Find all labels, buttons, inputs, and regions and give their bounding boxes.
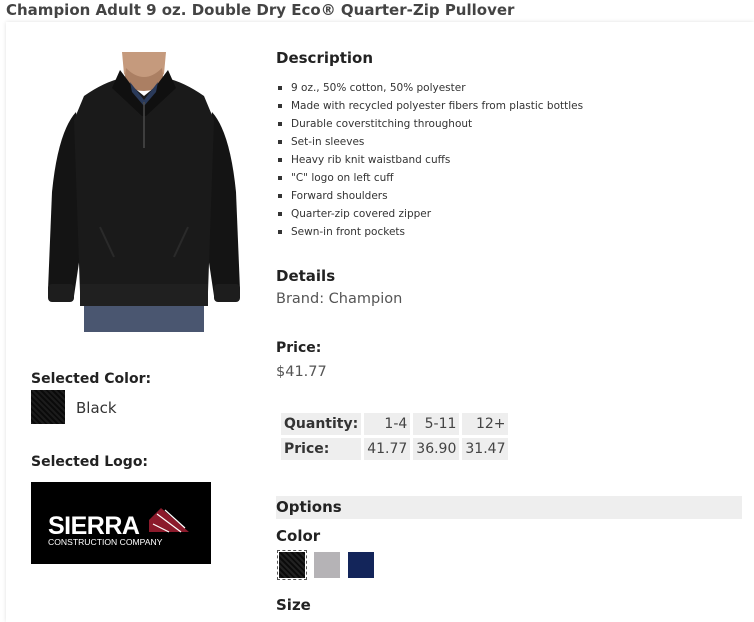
description-heading: Description xyxy=(276,49,374,67)
selected-logo-image: SIERRA CONSTRUCTION COMPANY xyxy=(31,482,211,564)
list-item: Set-in sleeves xyxy=(276,134,583,152)
list-item: Heavy rib knit waistband cuffs xyxy=(276,152,583,170)
brand-text: Brand: Champion xyxy=(276,291,403,307)
details-heading: Details xyxy=(276,267,336,285)
sierra-logo: SIERRA CONSTRUCTION COMPANY xyxy=(48,508,189,547)
list-item: Made with recycled polyester fibers from… xyxy=(276,98,583,116)
table-row: Price: 41.77 36.90 31.47 xyxy=(281,438,509,460)
list-item: "C" logo on left cuff xyxy=(276,170,583,188)
table-row: Quantity: 1-4 5-11 12+ xyxy=(281,413,509,435)
price-row-label: Price: xyxy=(281,438,362,460)
selected-color-swatch xyxy=(31,390,65,424)
color-swatch-navy[interactable] xyxy=(348,552,374,578)
color-option-heading: Color xyxy=(276,527,321,545)
price-value: $41.77 xyxy=(276,364,327,380)
tier-cell: 5-11 xyxy=(413,413,460,435)
price-heading: Price: xyxy=(276,340,322,356)
description-list: 9 oz., 50% cotton, 50% polyester Made wi… xyxy=(276,80,583,242)
size-option-heading: Size xyxy=(276,596,311,614)
price-cell: 31.47 xyxy=(462,438,509,460)
list-item: Forward shoulders xyxy=(276,188,583,206)
list-item: Sewn-in front pockets xyxy=(276,224,583,242)
list-item: 9 oz., 50% cotton, 50% polyester xyxy=(276,80,583,98)
product-image xyxy=(48,52,240,332)
color-swatch-grey[interactable] xyxy=(314,552,340,578)
logo-sub-text: CONSTRUCTION COMPANY xyxy=(48,537,163,547)
selected-color-label: Selected Color: xyxy=(31,371,152,387)
pricing-table: Quantity: 1-4 5-11 12+ Price: 41.77 36.9… xyxy=(278,410,511,463)
logo-mountain-mark xyxy=(149,508,189,533)
price-cell: 41.77 xyxy=(364,438,411,460)
tier-cell: 12+ xyxy=(462,413,509,435)
selected-color-value: Black xyxy=(76,399,117,417)
options-heading: Options xyxy=(276,496,742,519)
list-item: Durable coverstitching throughout xyxy=(276,116,583,134)
selected-logo-label: Selected Logo: xyxy=(31,454,149,470)
quantity-label: Quantity: xyxy=(281,413,362,435)
price-cell: 36.90 xyxy=(413,438,460,460)
product-title: Champion Adult 9 oz. Double Dry Eco® Qua… xyxy=(6,1,515,19)
list-item: Quarter-zip covered zipper xyxy=(276,206,583,224)
logo-main-text: SIERRA xyxy=(48,512,140,540)
tier-cell: 1-4 xyxy=(364,413,411,435)
color-swatch-black[interactable] xyxy=(277,550,307,580)
